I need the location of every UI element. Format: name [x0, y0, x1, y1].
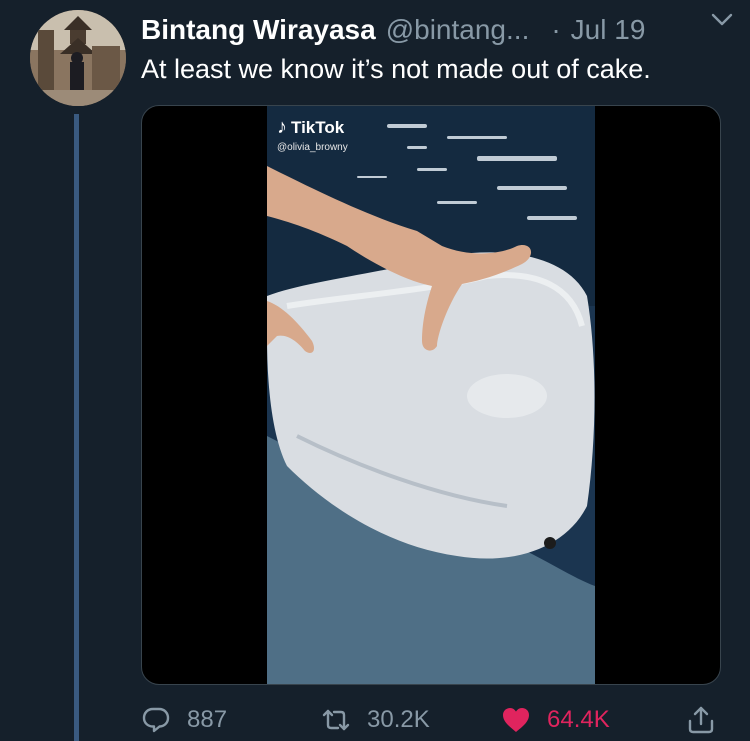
media-container[interactable]: ♪ TikTok @olivia_browny: [141, 105, 721, 685]
action-bar: 887 30.2K 64.4K: [141, 700, 731, 740]
reply-button[interactable]: 887: [141, 700, 227, 740]
heart-icon: [503, 708, 529, 732]
tiktok-username: @olivia_browny: [277, 142, 348, 153]
retweet-count: 30.2K: [367, 706, 430, 733]
like-count: 64.4K: [547, 706, 610, 733]
tiktok-brand-label: TikTok: [291, 117, 345, 137]
reply-icon: [142, 707, 170, 733]
tweet[interactable]: Bintang Wirayasa @bintang... · Jul 19 At…: [0, 0, 750, 741]
retweet-button[interactable]: 30.2K: [321, 700, 430, 740]
separator-dot: ·: [551, 14, 561, 45]
author-display-name[interactable]: Bintang Wirayasa: [141, 14, 376, 46]
reply-count: 887: [187, 706, 228, 733]
chevron-down-icon[interactable]: [709, 8, 735, 30]
tweet-text: At least we know it’s not made out of ca…: [141, 54, 651, 84]
author-handle[interactable]: @bintang...: [386, 14, 530, 46]
video-frame: [267, 106, 595, 684]
avatar-image: [30, 10, 126, 106]
avatar[interactable]: [30, 10, 126, 106]
tiktok-watermark: ♪ TikTok: [277, 116, 344, 139]
tweet-date[interactable]: Jul 19: [571, 14, 646, 46]
thread-line: [74, 114, 79, 741]
retweet-icon: [322, 709, 350, 731]
like-button[interactable]: 64.4K: [501, 700, 610, 740]
video-player[interactable]: ♪ TikTok @olivia_browny: [267, 106, 595, 684]
tweet-header: Bintang Wirayasa @bintang... · Jul 19: [141, 12, 730, 48]
tiktok-logo-icon: ♪: [277, 116, 287, 138]
share-icon: [688, 706, 714, 734]
share-button[interactable]: [686, 700, 716, 740]
